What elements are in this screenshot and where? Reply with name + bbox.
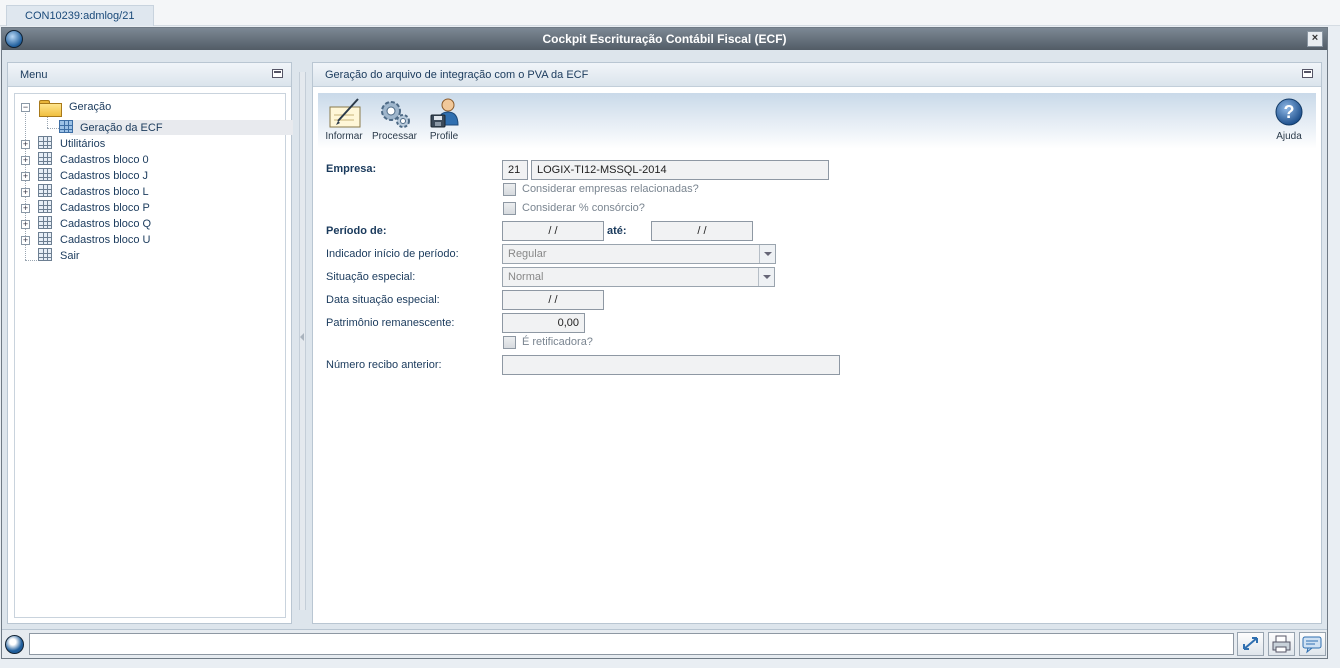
- table-icon: [38, 136, 52, 149]
- sidebar-item-geracao[interactable]: Geração: [69, 99, 111, 115]
- profile-button[interactable]: Profile: [424, 97, 464, 142]
- window-title: Cockpit Escrituração Contábil Fiscal (EC…: [542, 32, 787, 46]
- sidebar-item-utilitarios[interactable]: Utilitários: [60, 136, 105, 152]
- minimize-main-icon[interactable]: [1302, 69, 1313, 78]
- app-window: Cockpit Escrituração Contábil Fiscal (EC…: [1, 27, 1328, 659]
- main-header: Geração do arquivo de integração com o P…: [313, 63, 1321, 87]
- sidebar-item-sair[interactable]: Sair: [60, 248, 80, 264]
- collapse-arrow-icon[interactable]: [300, 333, 304, 341]
- ate-field[interactable]: / /: [651, 221, 753, 241]
- table-icon: [38, 152, 52, 165]
- sidebar-item-bloco-q[interactable]: Cadastros bloco Q: [60, 216, 151, 232]
- table-icon: [38, 184, 52, 197]
- patrimonio-label: Patrimônio remanescente:: [326, 317, 455, 329]
- sidebar-item-bloco-l[interactable]: Cadastros bloco L: [60, 184, 149, 200]
- toolbar: Informar Processar Profile ? Ajuda: [318, 93, 1316, 149]
- empresa-label: Empresa:: [326, 163, 377, 175]
- window-titlebar: Cockpit Escrituração Contábil Fiscal (EC…: [2, 28, 1327, 50]
- table-icon: [59, 120, 73, 133]
- ajuda-button[interactable]: ? Ajuda: [1271, 97, 1307, 142]
- tree-line: [25, 260, 39, 261]
- status-message-field: [29, 633, 1234, 655]
- close-button[interactable]: ×: [1307, 31, 1323, 47]
- menu-header: Menu: [8, 63, 291, 87]
- app-logo-icon: [5, 30, 23, 48]
- situacao-label: Situação especial:: [326, 271, 416, 283]
- retificadora-label: É retificadora?: [522, 336, 593, 348]
- sidebar-item-bloco-j[interactable]: Cadastros bloco J: [60, 168, 148, 184]
- situacao-value: Normal: [508, 271, 544, 283]
- expand-bloco-p-icon[interactable]: +: [21, 204, 30, 213]
- periodo-de-field[interactable]: / /: [502, 221, 604, 241]
- processar-label: Processar: [372, 131, 418, 142]
- table-icon: [38, 248, 52, 261]
- gears-icon: [378, 97, 410, 129]
- indicador-select[interactable]: Regular: [502, 244, 776, 264]
- chevron-down-icon[interactable]: [759, 245, 775, 263]
- retificadora-checkbox[interactable]: [503, 336, 516, 349]
- print-button[interactable]: [1268, 632, 1295, 656]
- expand-bloco-0-icon[interactable]: +: [21, 156, 30, 165]
- relacionadas-label: Considerar empresas relacionadas?: [522, 183, 699, 195]
- minimize-menu-icon[interactable]: [272, 69, 283, 78]
- main-panel: Geração do arquivo de integração com o P…: [312, 62, 1322, 624]
- tab-strip: CON10239:admlog/21: [0, 0, 1340, 26]
- resize-arrows-icon: [1243, 637, 1258, 650]
- sidebar-item-geracao-ecf[interactable]: Geração da ECF: [80, 120, 163, 136]
- form-area: Empresa: 21 LOGIX-TI12-MSSQL-2014 Consid…: [318, 151, 1316, 621]
- empresa-name-field[interactable]: LOGIX-TI12-MSSQL-2014: [531, 160, 829, 180]
- table-icon: [38, 200, 52, 213]
- processar-button[interactable]: Processar: [372, 97, 418, 142]
- table-icon: [38, 216, 52, 229]
- user-profile-icon: [428, 97, 460, 129]
- recibo-field[interactable]: [502, 355, 840, 375]
- periodo-de-label: Período de:: [326, 225, 387, 237]
- menu-panel: Menu − Geração Geração da ECF + Utilitár…: [7, 62, 293, 624]
- consorcio-checkbox[interactable]: [503, 202, 516, 215]
- ajuda-label: Ajuda: [1276, 131, 1302, 142]
- expand-bloco-u-icon[interactable]: +: [21, 236, 30, 245]
- patrimonio-field[interactable]: 0,00: [502, 313, 585, 333]
- chat-button[interactable]: [1299, 632, 1326, 656]
- profile-label: Profile: [429, 131, 459, 142]
- chevron-down-icon[interactable]: [758, 268, 774, 286]
- help-glyph: ?: [1284, 102, 1295, 122]
- recibo-label: Número recibo anterior:: [326, 359, 442, 371]
- expand-bloco-j-icon[interactable]: +: [21, 172, 30, 181]
- collapse-geracao-icon[interactable]: −: [21, 103, 30, 112]
- session-tab[interactable]: CON10239:admlog/21: [6, 5, 154, 26]
- panel-splitter[interactable]: [299, 72, 306, 610]
- chat-bubble-icon: [1302, 636, 1322, 654]
- informar-button[interactable]: Informar: [324, 97, 364, 142]
- sidebar-item-bloco-p[interactable]: Cadastros bloco P: [60, 200, 150, 216]
- expand-utilitarios-icon[interactable]: +: [21, 140, 30, 149]
- status-bar: [2, 629, 1327, 658]
- sidebar-item-bloco-u[interactable]: Cadastros bloco U: [60, 232, 151, 248]
- indicador-label: Indicador início de período:: [326, 248, 459, 260]
- menu-title: Menu: [20, 69, 48, 81]
- consorcio-label: Considerar % consórcio?: [522, 202, 645, 214]
- table-icon: [38, 232, 52, 245]
- pen-notepad-icon: [328, 97, 361, 129]
- indicador-value: Regular: [508, 248, 547, 260]
- ate-label: até:: [607, 225, 627, 237]
- expand-bloco-q-icon[interactable]: +: [21, 220, 30, 229]
- situacao-select[interactable]: Normal: [502, 267, 775, 287]
- folder-open-icon: [39, 100, 62, 117]
- data-situacao-field[interactable]: / /: [502, 290, 604, 310]
- resize-button[interactable]: [1237, 632, 1264, 656]
- help-icon: ?: [1273, 97, 1305, 129]
- menu-tree: − Geração Geração da ECF + Utilitários +…: [14, 93, 293, 618]
- informar-label: Informar: [325, 131, 363, 142]
- table-icon: [38, 168, 52, 181]
- relacionadas-checkbox[interactable]: [503, 183, 516, 196]
- main-title: Geração do arquivo de integração com o P…: [325, 69, 589, 81]
- data-situacao-label: Data situação especial:: [326, 294, 440, 306]
- app-logo-icon: [5, 635, 24, 654]
- printer-icon: [1272, 635, 1291, 653]
- sidebar-item-bloco-0[interactable]: Cadastros bloco 0: [60, 152, 149, 168]
- empresa-code-field[interactable]: 21: [502, 160, 528, 180]
- expand-bloco-l-icon[interactable]: +: [21, 188, 30, 197]
